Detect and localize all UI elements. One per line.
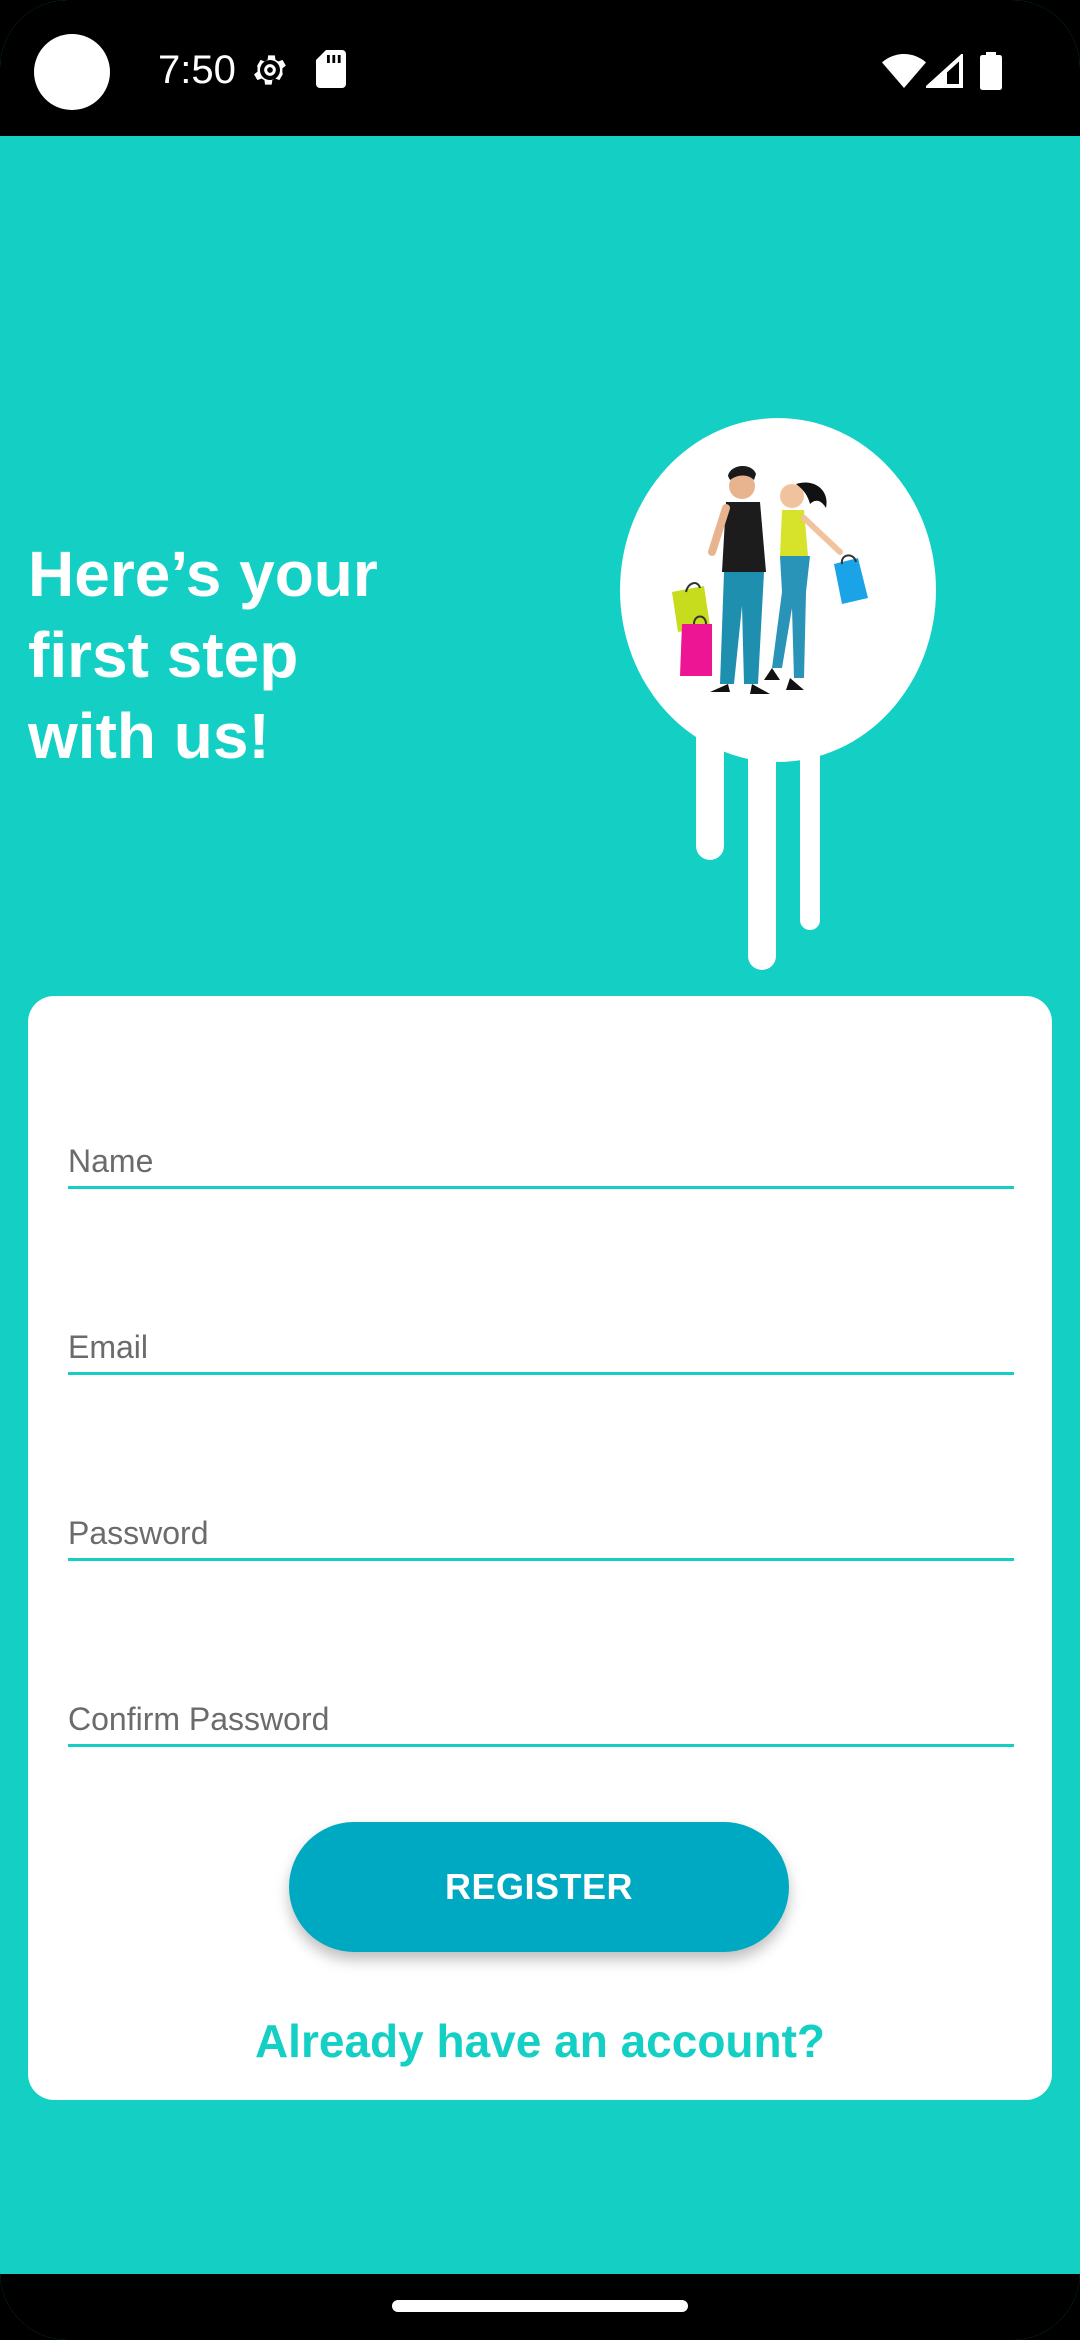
name-field-container [68, 1126, 1014, 1189]
confirm-password-input[interactable] [68, 1701, 1014, 1738]
name-input[interactable] [68, 1143, 1014, 1180]
gear-icon [254, 55, 286, 85]
register-form-card: REGISTER Already have an account? [28, 996, 1052, 2100]
password-field-container [68, 1498, 1014, 1561]
page-headline: Here’s your first step with us! [28, 538, 378, 772]
signal-icon [926, 54, 963, 88]
email-input[interactable] [68, 1329, 1014, 1366]
email-field-container [68, 1312, 1014, 1375]
already-have-account-link[interactable]: Already have an account? [28, 2014, 1052, 2068]
home-gesture-handle[interactable] [392, 2300, 688, 2312]
camera-cutout [34, 34, 110, 110]
shopping-couple-illustration [620, 418, 936, 970]
register-button[interactable]: REGISTER [289, 1822, 789, 1952]
battery-icon [980, 52, 1002, 90]
wifi-icon [882, 54, 926, 88]
password-input[interactable] [68, 1515, 1014, 1552]
register-screen: 7:50 Here’s your first step with us! Nam… [0, 0, 1080, 2340]
status-bar: 7:50 [0, 0, 1080, 136]
status-time: 7:50 [158, 48, 236, 92]
confirm-password-field-container [68, 1684, 1014, 1747]
sd-card-icon [316, 50, 346, 88]
